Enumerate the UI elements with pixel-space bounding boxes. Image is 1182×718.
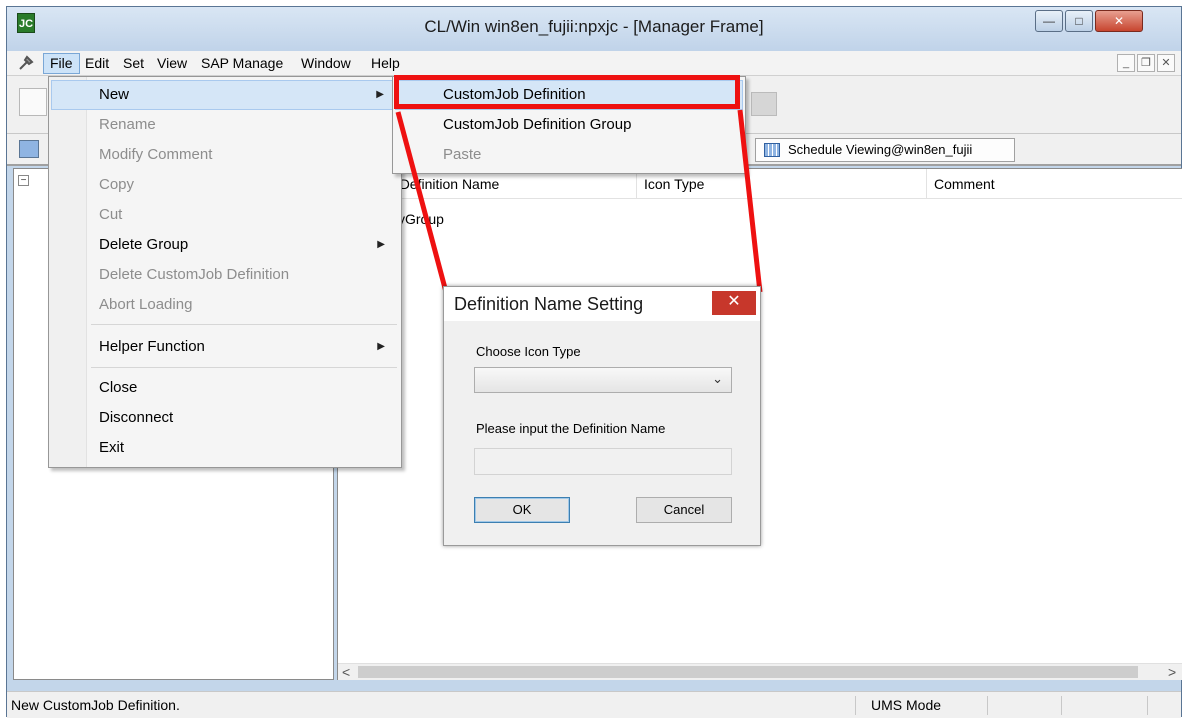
definition-name-label: Please input the Definition Name [476, 421, 666, 436]
ok-button[interactable]: OK [474, 497, 570, 523]
cancel-button[interactable]: Cancel [636, 497, 732, 523]
icon-type-select[interactable]: ⌄ [474, 367, 732, 393]
definition-name-dialog: Definition Name Setting ✕ Choose Icon Ty… [443, 286, 761, 546]
chevron-down-icon: ⌄ [712, 371, 723, 386]
choose-icon-label: Choose Icon Type [476, 344, 581, 359]
definition-name-input[interactable] [474, 448, 732, 475]
dialog-close-button[interactable]: ✕ [712, 291, 756, 315]
